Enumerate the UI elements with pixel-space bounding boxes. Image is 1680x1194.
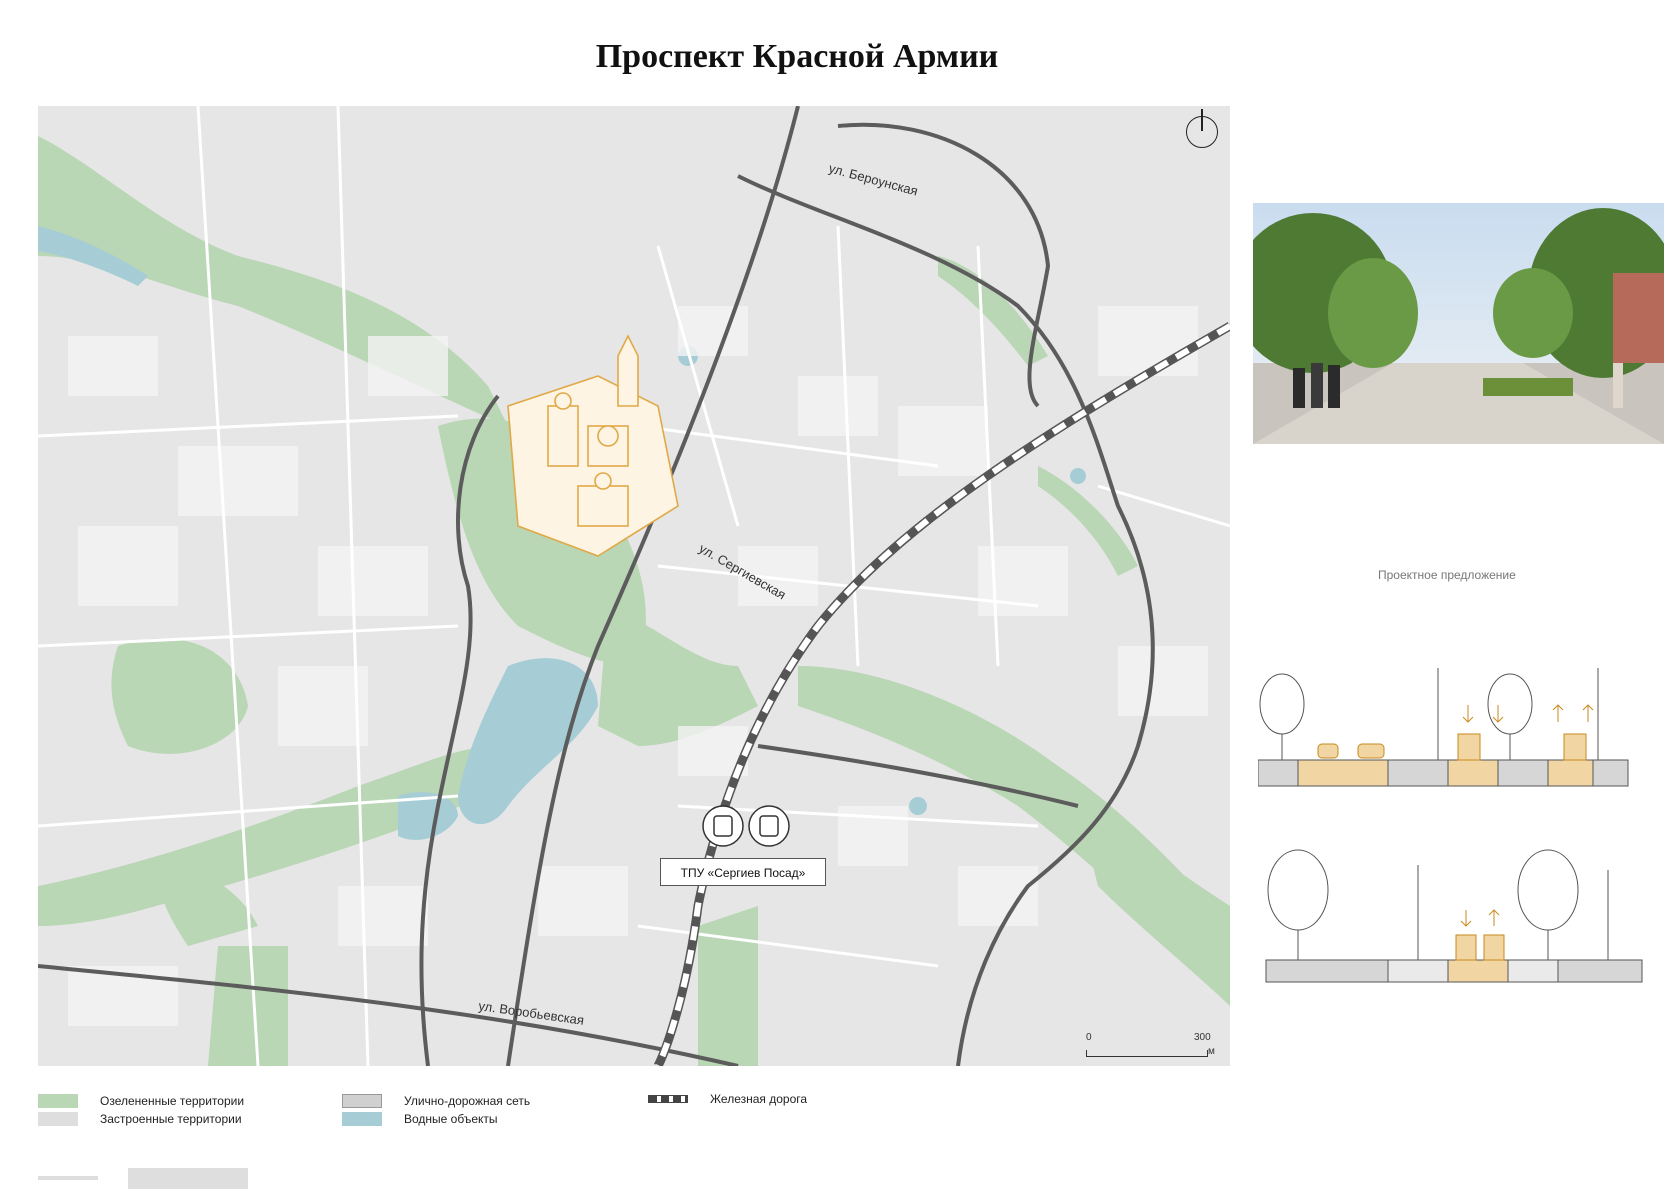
scale-end: 300 <box>1194 1032 1211 1043</box>
legend-label-built: Застроенные территории <box>100 1112 242 1126</box>
street-sections <box>1257 660 1658 1000</box>
section-existing <box>1257 668 1629 787</box>
legend-roads: Улично-дорожная сеть <box>342 1094 530 1108</box>
street-render-photo <box>1253 203 1664 444</box>
scale-line <box>1086 1050 1208 1057</box>
legend-label-roads: Улично-дорожная сеть <box>404 1094 531 1108</box>
legend-green: Озелененные территории <box>38 1094 244 1108</box>
legend-built: Застроенные территории <box>38 1112 242 1126</box>
legend-swatch-water <box>342 1112 382 1126</box>
scale-start: 0 <box>1086 1032 1092 1043</box>
scale-bar: 0 300 м <box>1086 1032 1216 1062</box>
legend-label-rail: Железная дорога <box>710 1092 808 1106</box>
partial-map-preview <box>38 1158 258 1189</box>
proposal-caption: Проектное предложение <box>1378 568 1516 582</box>
legend-label-green: Озелененные территории <box>100 1094 245 1108</box>
section-proposed <box>1265 849 1643 983</box>
scale-unit: м <box>1208 1046 1215 1057</box>
map-canvas: ул. Бероунская ул. Сергиевская ул. Вороб… <box>38 106 1230 1066</box>
legend-swatch-rail <box>648 1095 688 1103</box>
city-map[interactable]: ул. Бероунская ул. Сергиевская ул. Вороб… <box>38 106 1230 1066</box>
legend-swatch-built <box>38 1112 78 1126</box>
legend-rail: Железная дорога <box>648 1092 807 1106</box>
tpu-label: ТПУ «Сергиев Посад» <box>660 858 826 886</box>
legend-swatch-roads <box>342 1094 382 1108</box>
legend-swatch-green <box>38 1094 78 1108</box>
north-arrow-icon <box>1186 109 1218 148</box>
legend-water: Водные объекты <box>342 1112 498 1126</box>
legend-label-water: Водные объекты <box>404 1112 498 1126</box>
map-legend: Озелененные территории Застроенные терри… <box>38 1090 1230 1150</box>
page-title: Проспект Красной Армии <box>595 38 999 75</box>
